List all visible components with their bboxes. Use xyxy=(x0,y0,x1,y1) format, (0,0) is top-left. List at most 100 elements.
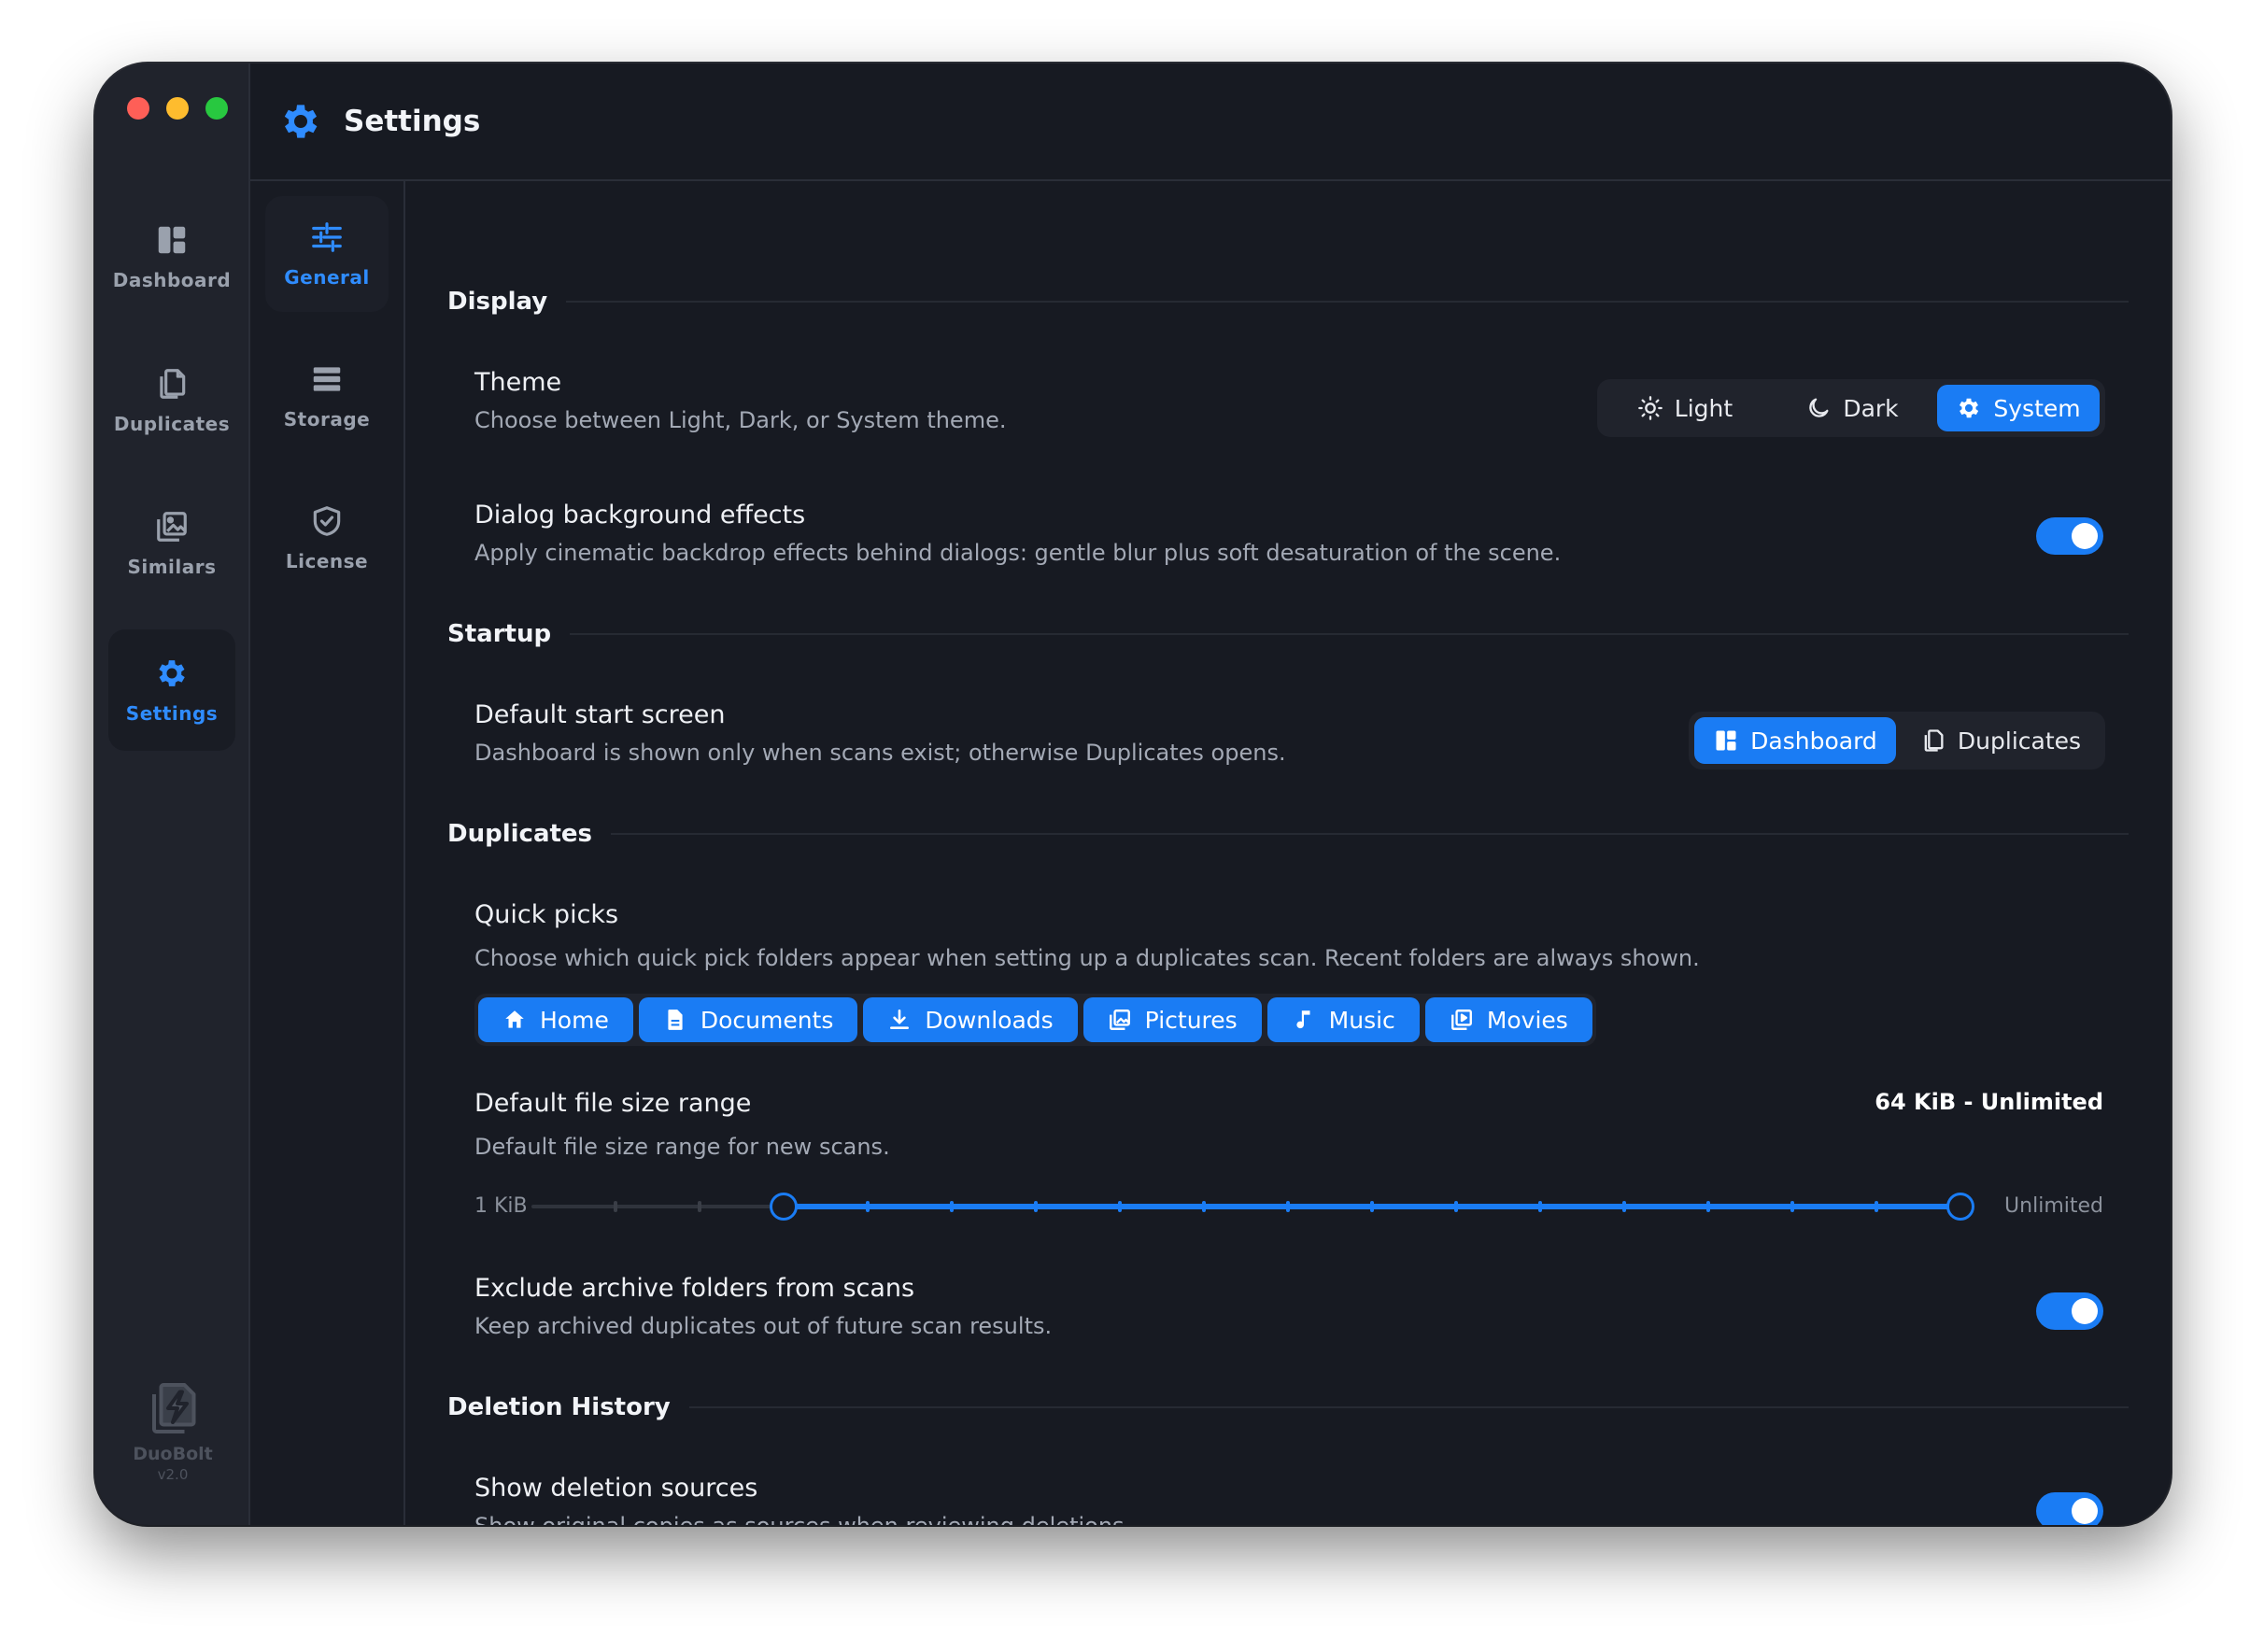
home-icon xyxy=(505,1010,524,1028)
section-divider xyxy=(611,833,2129,835)
minimize-window-button[interactable] xyxy=(166,97,189,120)
theme-option-system[interactable]: System xyxy=(1937,385,2100,431)
movie-icon xyxy=(1450,1010,1472,1030)
quick-pick-label: Downloads xyxy=(925,1006,1054,1034)
app-window: Dashboard Duplicates Similars Settings D… xyxy=(95,64,2171,1525)
theme-title: Theme xyxy=(474,368,562,397)
theme-selector: Light Dark System xyxy=(1597,379,2105,437)
toggle-knob xyxy=(2072,523,2098,549)
quick-picks-title: Quick picks xyxy=(474,900,619,929)
quick-pick-home[interactable]: Home xyxy=(478,997,633,1042)
nav-item-settings[interactable]: Settings xyxy=(108,629,235,751)
size-range-max-label: Unlimited xyxy=(2004,1194,2103,1218)
quick-picks-description: Choose which quick pick folders appear w… xyxy=(474,945,1700,971)
size-range-slider[interactable] xyxy=(531,1193,1974,1221)
section-label: Duplicates xyxy=(447,820,593,848)
theme-option-label: System xyxy=(1993,394,2081,422)
page-header: Settings xyxy=(250,64,2171,181)
subnav-item-label: Storage xyxy=(283,408,371,431)
main-sidebar: Dashboard Duplicates Similars Settings D… xyxy=(95,64,250,1525)
pictures-icon xyxy=(1109,1010,1130,1030)
window-controls xyxy=(127,97,228,120)
theme-option-dark[interactable]: Dark xyxy=(1773,385,1931,431)
subnav-item-license[interactable]: License xyxy=(265,480,389,596)
gear-icon xyxy=(1960,398,1979,418)
sun-icon xyxy=(1637,396,1663,420)
settings-subnav: General Storage License xyxy=(250,181,405,1525)
exclude-archive-toggle[interactable] xyxy=(2036,1292,2103,1330)
subnav-item-storage[interactable]: Storage xyxy=(265,338,389,454)
nav-item-label: Dashboard xyxy=(112,269,232,291)
brand-version: v2.0 xyxy=(157,1466,189,1483)
quick-pick-music[interactable]: Music xyxy=(1266,997,1420,1042)
dialog-effects-title: Dialog background effects xyxy=(474,501,806,529)
slider-tick xyxy=(1118,1201,1122,1212)
document-icon xyxy=(668,1010,683,1030)
slider-tick xyxy=(614,1201,617,1212)
theme-option-light[interactable]: Light xyxy=(1603,385,1767,431)
close-window-button[interactable] xyxy=(127,97,149,120)
quick-pick-label: Music xyxy=(1328,1006,1395,1034)
nav-item-label: Duplicates xyxy=(113,413,231,435)
default-start-screen-description: Dashboard is shown only when scans exist… xyxy=(474,740,1286,766)
nav-item-similars[interactable]: Similars xyxy=(108,483,235,604)
music-note-icon xyxy=(1296,1010,1310,1029)
quick-pick-label: Home xyxy=(540,1006,609,1034)
storage-icon xyxy=(313,367,341,391)
size-range-description: Default file size range for new scans. xyxy=(474,1134,890,1160)
quick-pick-label: Documents xyxy=(700,1006,834,1034)
gear-icon xyxy=(159,660,185,686)
subnav-item-general[interactable]: General xyxy=(265,196,389,312)
slider-tick xyxy=(1454,1201,1458,1212)
nav-item-duplicates[interactable]: Duplicates xyxy=(108,340,235,461)
subnav-item-label: License xyxy=(285,550,369,572)
shield-check-icon xyxy=(313,506,341,536)
quick-pick-pictures[interactable]: Pictures xyxy=(1082,997,1262,1042)
quick-pick-label: Pictures xyxy=(1144,1006,1238,1034)
brand-name: DuoBolt xyxy=(133,1444,213,1464)
quick-pick-downloads[interactable]: Downloads xyxy=(863,997,1078,1042)
slider-thumb-max[interactable] xyxy=(1946,1193,1974,1221)
maximize-window-button[interactable] xyxy=(205,97,228,120)
nav-item-label: Settings xyxy=(125,702,219,725)
start-screen-selector: Dashboard Duplicates xyxy=(1689,712,2105,770)
size-range-min-label: 1 KiB xyxy=(474,1194,528,1218)
section-deletion-history: Deletion History xyxy=(447,1393,2129,1421)
slider-tick xyxy=(950,1201,954,1212)
section-label: Display xyxy=(447,288,548,316)
quick-picks-chips: Home Documents Downloads Pictures Music … xyxy=(474,994,1596,1046)
size-range-value: 64 KiB - Unlimited xyxy=(1875,1089,2103,1115)
dashboard-icon xyxy=(158,226,186,254)
duplicates-icon xyxy=(1924,729,1944,752)
dialog-effects-toggle[interactable] xyxy=(2036,517,2103,555)
exclude-archive-description: Keep archived duplicates out of future s… xyxy=(474,1313,1053,1339)
slider-tick xyxy=(1202,1201,1206,1212)
slider-tick xyxy=(698,1201,701,1212)
section-startup: Startup xyxy=(447,620,2129,648)
section-divider xyxy=(688,1406,2129,1408)
show-deletion-sources-description: Show original copies as sources when rev… xyxy=(474,1513,1131,1525)
start-screen-option-dashboard[interactable]: Dashboard xyxy=(1694,717,1896,764)
slider-thumb-min[interactable] xyxy=(770,1193,798,1221)
dashboard-icon xyxy=(1716,730,1736,751)
slider-tick xyxy=(1370,1201,1374,1212)
quick-pick-documents[interactable]: Documents xyxy=(638,997,858,1042)
moon-icon xyxy=(1809,398,1829,417)
start-screen-option-duplicates[interactable]: Duplicates xyxy=(1902,717,2100,764)
slider-tick xyxy=(1538,1201,1542,1212)
gear-icon xyxy=(284,105,318,138)
default-start-screen-title: Default start screen xyxy=(474,700,726,729)
show-deletion-sources-toggle[interactable] xyxy=(2036,1492,2103,1525)
start-screen-option-label: Dashboard xyxy=(1750,727,1877,755)
slider-tick xyxy=(866,1201,870,1212)
page-title: Settings xyxy=(344,105,481,138)
sliders-icon xyxy=(312,222,342,252)
theme-option-label: Light xyxy=(1674,394,1733,422)
toggle-knob xyxy=(2072,1498,2098,1524)
exclude-archive-title: Exclude archive folders from scans xyxy=(474,1274,915,1303)
start-screen-option-label: Duplicates xyxy=(1957,727,2082,755)
nav-item-dashboard[interactable]: Dashboard xyxy=(108,196,235,318)
quick-pick-movies[interactable]: Movies xyxy=(1424,997,1592,1042)
subnav-item-label: General xyxy=(284,266,370,289)
similars-icon xyxy=(157,512,187,542)
